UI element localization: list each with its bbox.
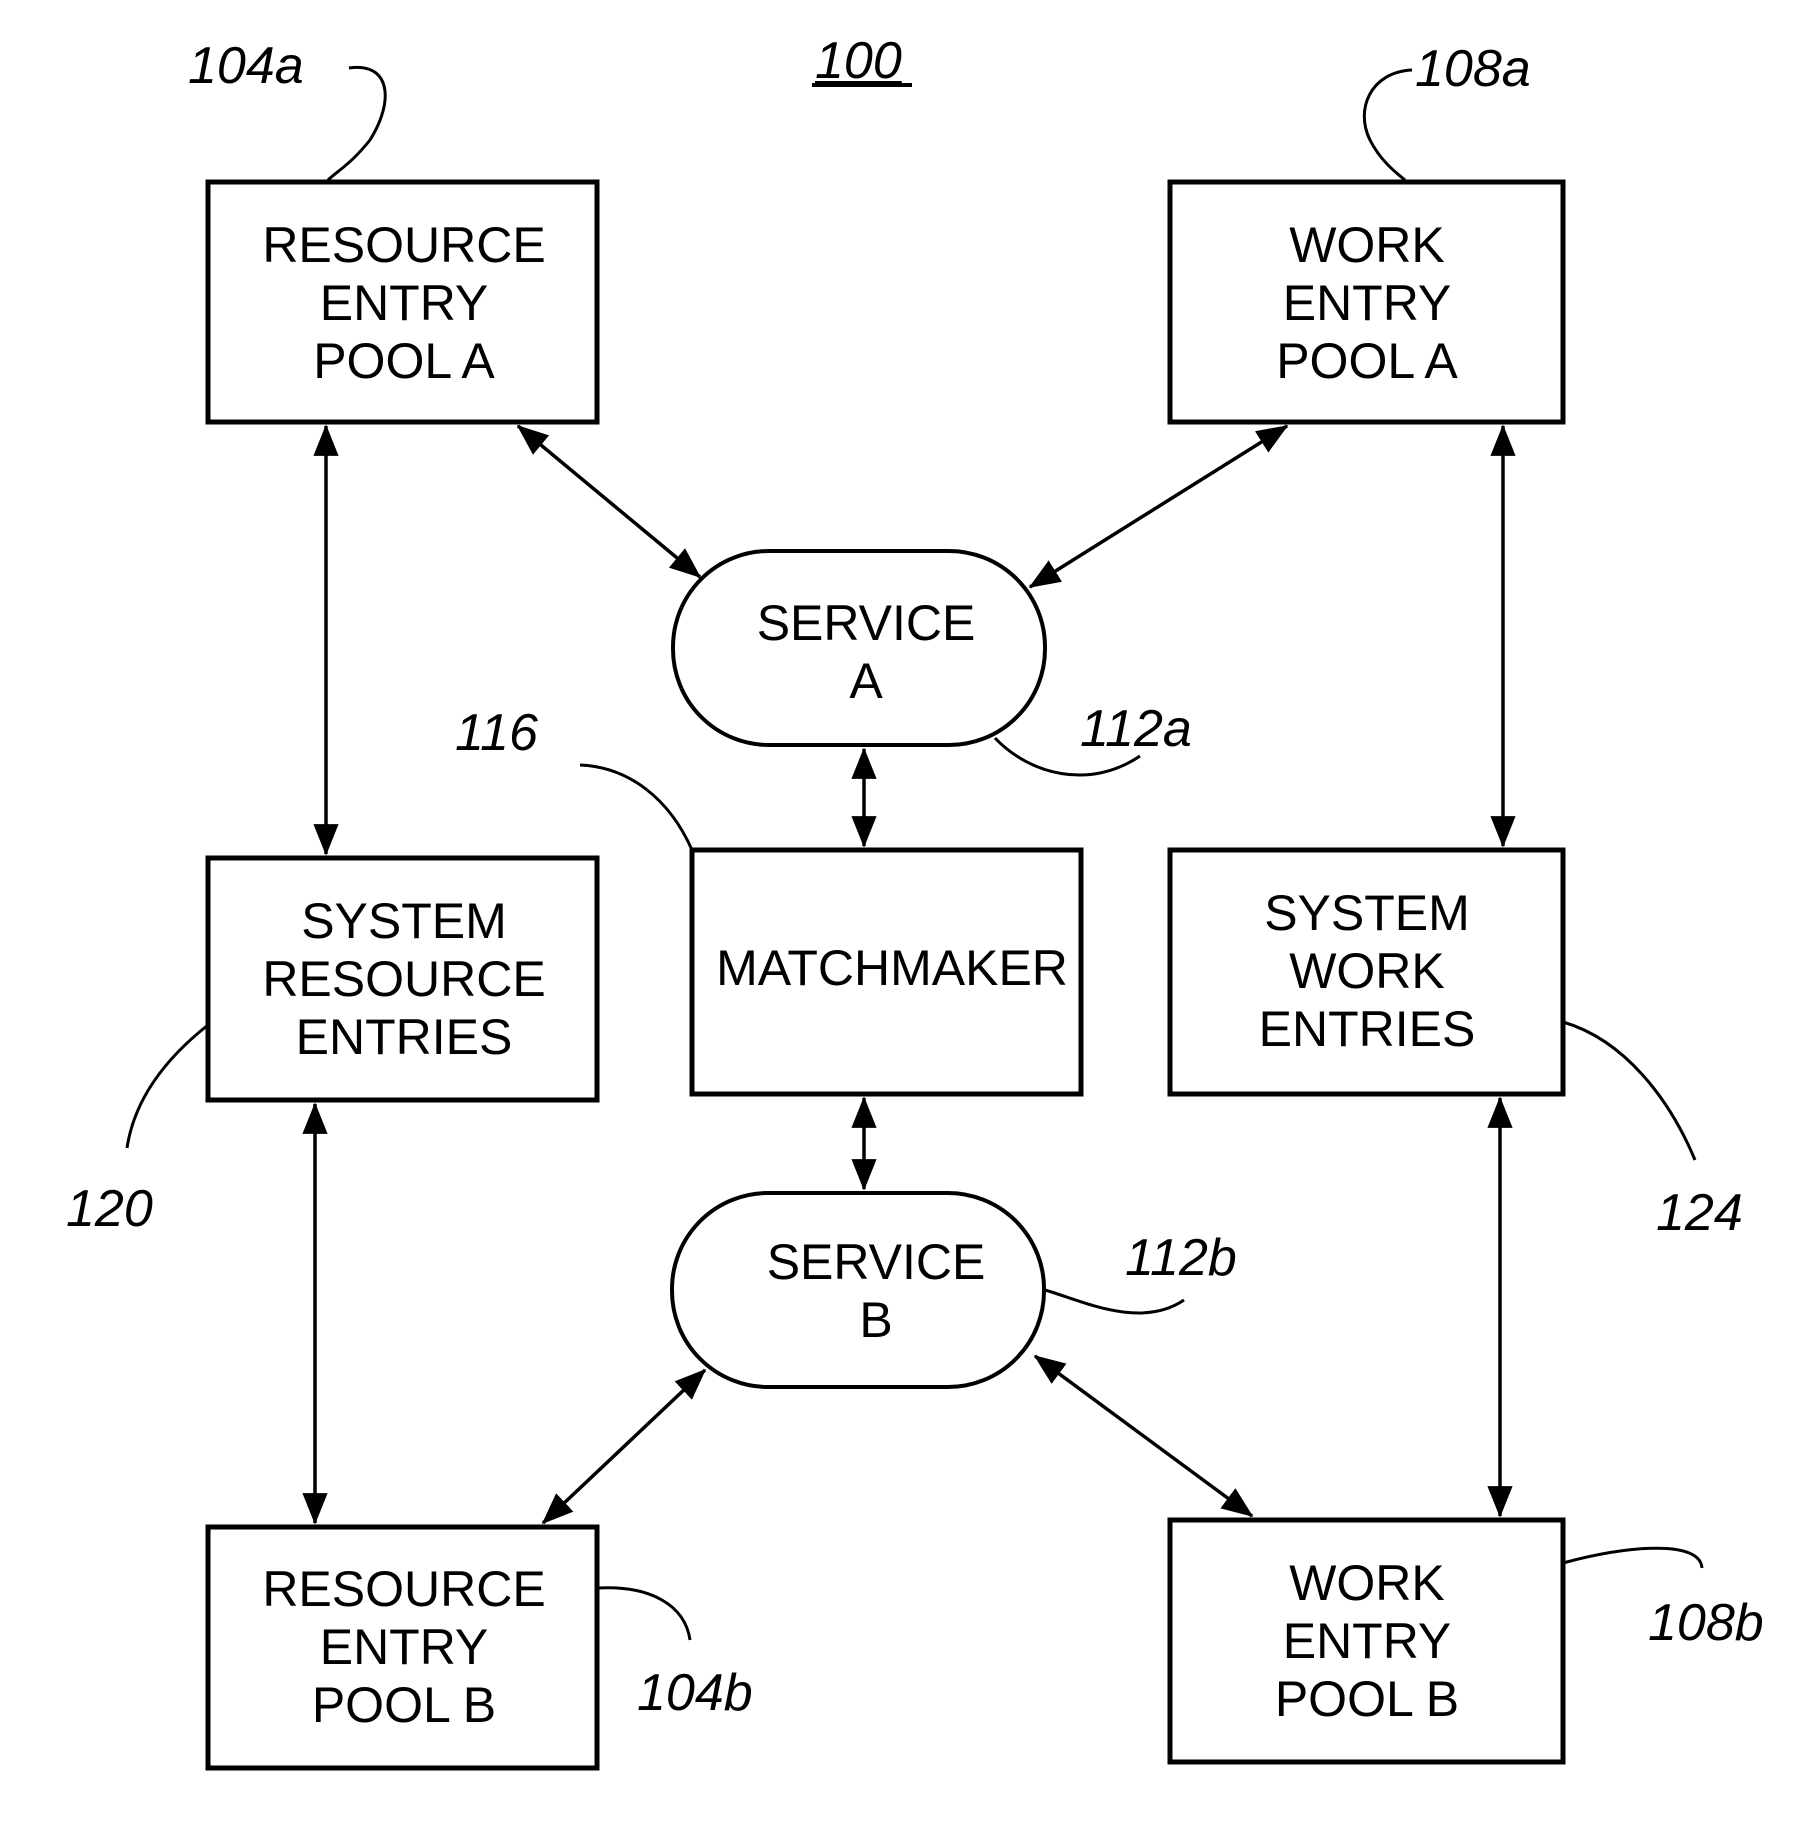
ref-label-112b: 112b: [1125, 1229, 1237, 1287]
ref-label-112a: 112a: [1080, 700, 1192, 758]
node-system-resource-entries: SYSTEM RESOURCE ENTRIES: [205, 855, 600, 1103]
ref-label-124: 124: [1656, 1184, 1743, 1242]
node-service-b: SERVICE B: [670, 1191, 1046, 1389]
edge-workpoola-servicea: [1028, 424, 1289, 589]
node-label-line: MATCHMAKER: [716, 940, 1068, 996]
node-label-line: ENTRY: [320, 1619, 489, 1675]
ref-label-120: 120: [66, 1180, 153, 1238]
node-label-line: POOL A: [1276, 333, 1458, 389]
system-diagram: 100 RESOURCE ENTRY POOL A WORK ENTRY POO…: [66, 32, 1764, 1771]
edge-serviceb-workpoolb: [1033, 1354, 1254, 1518]
leader-124: [1562, 1020, 1697, 1161]
leader-120: [125, 1023, 209, 1149]
node-label-line: SYSTEM: [301, 893, 507, 949]
node-label-line: RESOURCE: [262, 217, 545, 273]
node-label-line: POOL B: [312, 1677, 496, 1733]
node-resource-pool-a: RESOURCE ENTRY POOL A: [205, 179, 600, 425]
node-label-line: A: [849, 653, 883, 709]
node-label-line: POOL A: [313, 333, 495, 389]
node-label-line: ENTRIES: [296, 1009, 513, 1065]
leader-104b: [596, 1586, 692, 1641]
leader-116: [579, 763, 694, 851]
ref-label-108a: 108a: [1415, 40, 1531, 98]
leader-108b: [1562, 1546, 1704, 1569]
ref-label-108b: 108b: [1648, 1594, 1764, 1652]
node-label-line: WORK: [1289, 217, 1445, 273]
node-label-line: B: [859, 1292, 892, 1348]
node-label-line: WORK: [1289, 943, 1445, 999]
node-label-line: RESOURCE: [262, 951, 545, 1007]
node-label-line: RESOURCE: [262, 1561, 545, 1617]
figure-number: 100: [815, 32, 902, 90]
edge-serviceb-respoolb: [541, 1368, 707, 1525]
node-work-pool-b: WORK ENTRY POOL B: [1167, 1517, 1566, 1765]
node-label-line: POOL B: [1275, 1671, 1459, 1727]
ref-label-104b: 104b: [637, 1664, 753, 1722]
node-label-line: ENTRY: [1283, 275, 1452, 331]
node-label-line: WORK: [1289, 1555, 1445, 1611]
node-label-line: SERVICE: [767, 1234, 986, 1290]
node-label-line: SERVICE: [757, 595, 976, 651]
node-matchmaker: MATCHMAKER: [689, 847, 1084, 1097]
leader-104a: [326, 65, 387, 182]
edge-respoola-servicea: [516, 424, 702, 579]
leader-108a: [1362, 68, 1413, 182]
node-label-line: SYSTEM: [1264, 885, 1470, 941]
node-resource-pool-b: RESOURCE ENTRY POOL B: [205, 1524, 600, 1771]
node-work-pool-a: WORK ENTRY POOL A: [1167, 179, 1566, 425]
leader-112b: [1044, 1288, 1185, 1315]
node-service-a: SERVICE A: [671, 549, 1047, 747]
ref-label-116: 116: [455, 704, 538, 762]
node-label-line: ENTRIES: [1259, 1001, 1476, 1057]
node-system-work-entries: SYSTEM WORK ENTRIES: [1167, 847, 1566, 1097]
node-label-line: ENTRY: [320, 275, 489, 331]
node-label-line: ENTRY: [1283, 1613, 1452, 1669]
ref-label-104a: 104a: [188, 37, 304, 95]
